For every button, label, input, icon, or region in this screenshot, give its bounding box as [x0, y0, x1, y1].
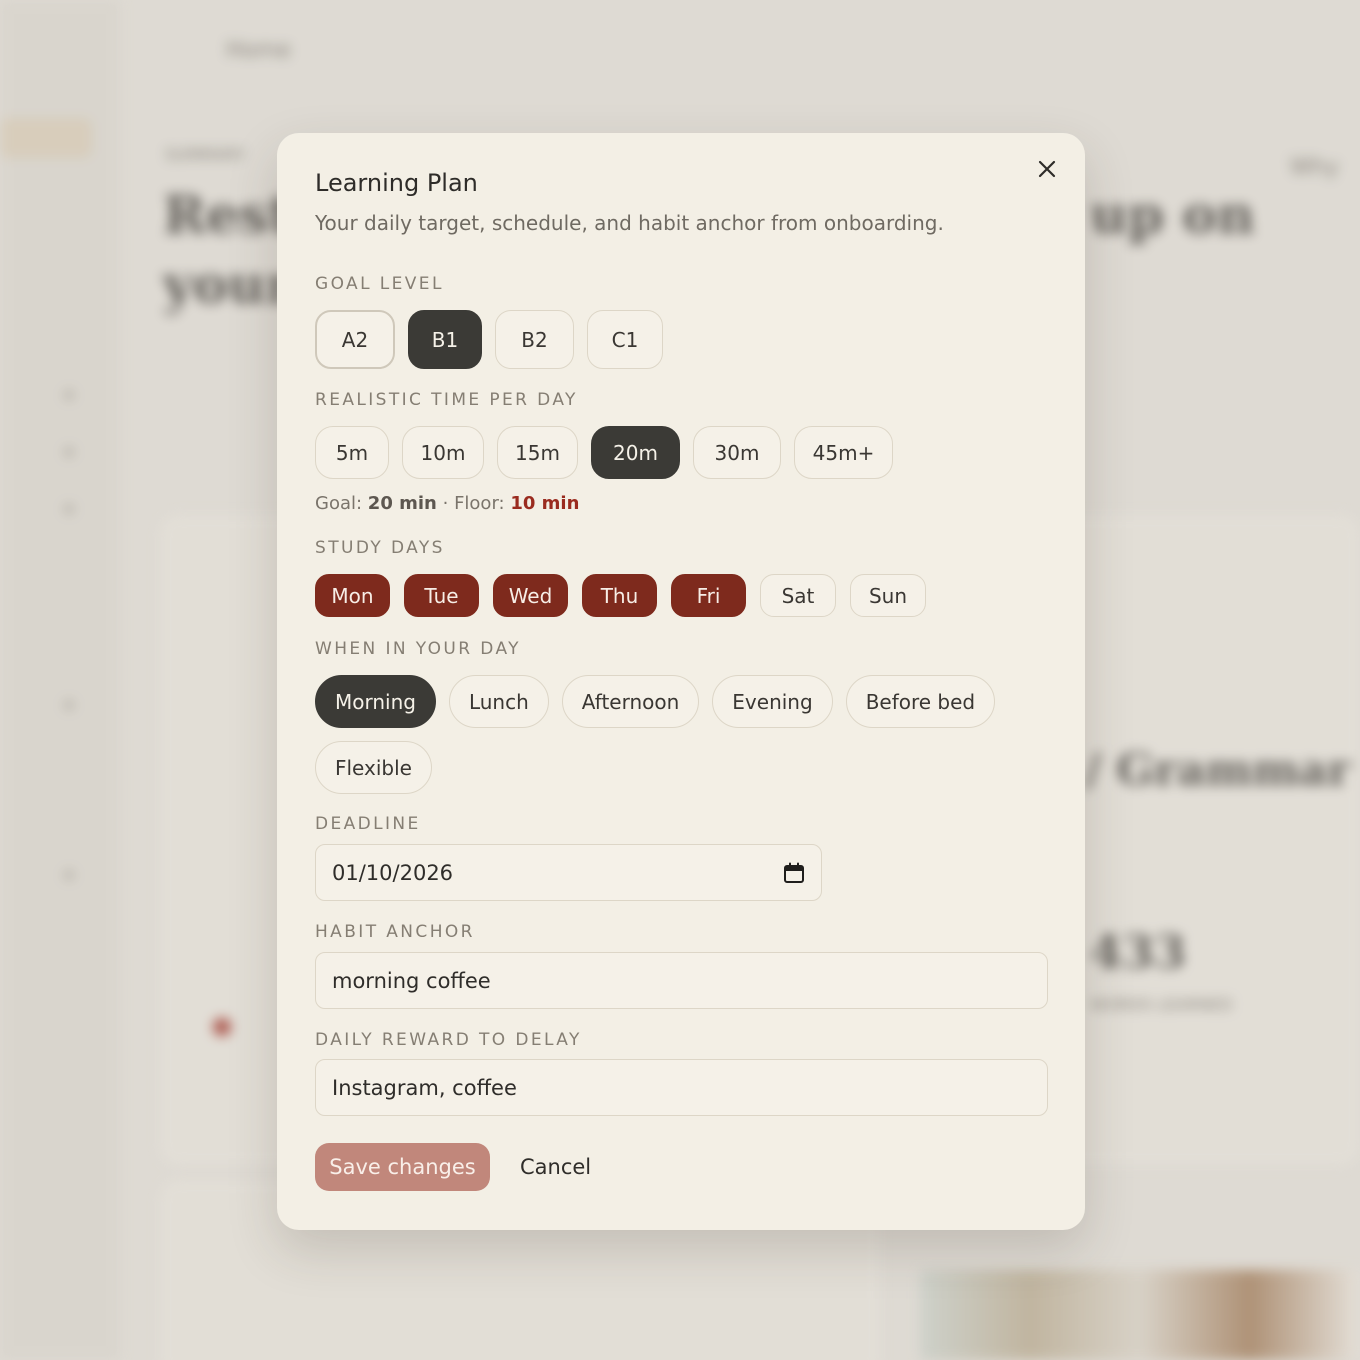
- goal-option-b1[interactable]: B1: [408, 310, 482, 369]
- calendar-icon[interactable]: [783, 862, 805, 884]
- grammar-heading: / Grammar: [1085, 745, 1351, 796]
- time-per-day-options: 5m 10m 15m 20m 30m 45m+: [315, 426, 906, 479]
- cancel-button[interactable]: Cancel: [520, 1143, 591, 1191]
- sidebar-dot: [64, 504, 74, 514]
- when-option-before-bed[interactable]: Before bed: [845, 675, 996, 728]
- goal-level-options: A2 B1 B2 C1: [315, 310, 676, 369]
- goal-value: 20 min: [367, 493, 437, 514]
- modal-subtitle: Your daily target, schedule, and habit a…: [315, 211, 944, 235]
- time-option-10m[interactable]: 10m: [402, 426, 484, 479]
- floor-value: 10 min: [510, 493, 580, 514]
- learning-plan-modal: Learning Plan Your daily target, schedul…: [277, 133, 1085, 1230]
- day-option-fri[interactable]: Fri: [671, 574, 746, 617]
- time-option-5m[interactable]: 5m: [315, 426, 389, 479]
- study-days-label: STUDY DAYS: [315, 538, 445, 558]
- habit-anchor-input[interactable]: morning coffee: [315, 952, 1048, 1009]
- why-button: Why: [1290, 155, 1339, 180]
- study-days-options: Mon Tue Wed Thu Fri Sat Sun: [315, 574, 940, 617]
- sidebar-active-item: [0, 118, 92, 158]
- sidebar-dot: [64, 870, 74, 880]
- when-option-flexible[interactable]: Flexible: [315, 741, 432, 794]
- when-label: WHEN IN YOUR DAY: [315, 639, 521, 659]
- when-options: Morning Lunch Afternoon Evening Before b…: [315, 675, 1048, 807]
- time-option-15m[interactable]: 15m: [497, 426, 578, 479]
- day-option-mon[interactable]: Mon: [315, 574, 390, 617]
- when-option-evening[interactable]: Evening: [712, 675, 833, 728]
- time-option-45m-plus[interactable]: 45m+: [794, 426, 893, 479]
- deadline-date-input[interactable]: 01/10/2026: [315, 844, 822, 901]
- modal-title: Learning Plan: [315, 169, 478, 197]
- day-option-sun[interactable]: Sun: [850, 574, 926, 617]
- reward-input[interactable]: Instagram, coffee: [315, 1059, 1048, 1116]
- summary-label: SUMMARY: [165, 145, 246, 164]
- floor-prefix: Floor:: [454, 493, 505, 514]
- close-icon: [1038, 160, 1056, 178]
- page-heading-line1: Rest: [163, 185, 293, 246]
- separator: ·: [442, 493, 449, 514]
- day-option-sat[interactable]: Sat: [760, 574, 836, 617]
- page-heading-line2: your: [163, 255, 294, 316]
- page-heading-right: up on: [1090, 185, 1255, 246]
- status-dot: [213, 1018, 231, 1036]
- reward-label: DAILY REWARD TO DELAY: [315, 1030, 582, 1050]
- sidebar-dot: [64, 447, 74, 457]
- deadline-value: 01/10/2026: [332, 860, 454, 885]
- sidebar-dot: [64, 700, 74, 710]
- deadline-label: DEADLINE: [315, 814, 421, 834]
- goal-level-label: GOAL LEVEL: [315, 274, 444, 294]
- sidebar-dot: [64, 390, 74, 400]
- when-option-morning[interactable]: Morning: [315, 675, 436, 728]
- day-option-thu[interactable]: Thu: [582, 574, 657, 617]
- time-option-30m[interactable]: 30m: [693, 426, 781, 479]
- background-photo: [920, 1270, 1360, 1360]
- stat-label: WORDS LEARNED: [1090, 995, 1233, 1014]
- goal-option-b2[interactable]: B2: [495, 310, 574, 369]
- save-changes-button[interactable]: Save changes: [315, 1143, 490, 1191]
- time-per-day-label: REALISTIC TIME PER DAY: [315, 390, 578, 410]
- goal-option-a2[interactable]: A2: [315, 310, 395, 369]
- goal-prefix: Goal:: [315, 493, 363, 514]
- sidebar: [0, 0, 120, 1360]
- breadcrumb: Home: [226, 38, 291, 63]
- stat-value: 433: [1090, 925, 1187, 979]
- close-button[interactable]: [1033, 155, 1061, 183]
- time-option-20m[interactable]: 20m: [591, 426, 680, 479]
- day-option-tue[interactable]: Tue: [404, 574, 479, 617]
- goal-floor-summary: Goal: 20 min · Floor: 10 min: [315, 493, 579, 514]
- goal-option-c1[interactable]: C1: [587, 310, 663, 369]
- habit-anchor-label: HABIT ANCHOR: [315, 922, 475, 942]
- when-option-afternoon[interactable]: Afternoon: [561, 675, 700, 728]
- day-option-wed[interactable]: Wed: [493, 574, 568, 617]
- when-option-lunch[interactable]: Lunch: [448, 675, 549, 728]
